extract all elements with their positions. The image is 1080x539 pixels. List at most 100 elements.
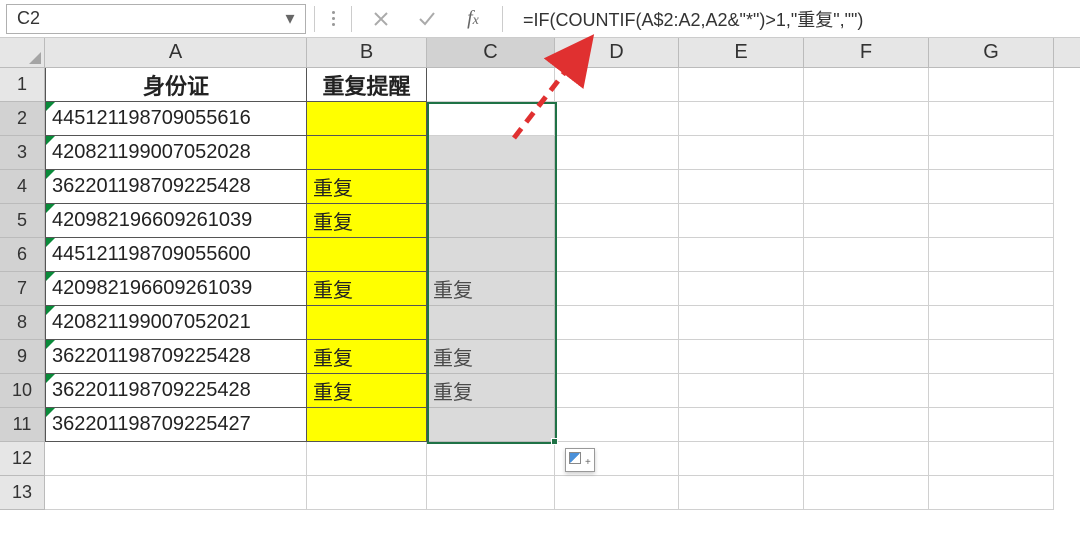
enter-button[interactable] <box>406 4 448 34</box>
cell-F10[interactable] <box>804 374 929 408</box>
cell-C3[interactable] <box>427 136 555 170</box>
cell-E12[interactable] <box>679 442 804 476</box>
cell-A10[interactable]: 362201198709225428 <box>45 374 307 408</box>
cell-C1[interactable] <box>427 68 555 102</box>
cell-G5[interactable] <box>929 204 1054 238</box>
cell-B9[interactable]: 重复 <box>307 340 427 374</box>
cell-A2[interactable]: 445121198709055616 <box>45 102 307 136</box>
cell-A3[interactable]: 420821199007052028 <box>45 136 307 170</box>
paste-options-button[interactable]: + <box>565 448 595 472</box>
col-header-A[interactable]: A <box>45 38 307 67</box>
cell-G6[interactable] <box>929 238 1054 272</box>
cell-G4[interactable] <box>929 170 1054 204</box>
row-header-1[interactable]: 1 <box>0 68 45 102</box>
cell-E7[interactable] <box>679 272 804 306</box>
cell-E3[interactable] <box>679 136 804 170</box>
cell-G7[interactable] <box>929 272 1054 306</box>
cell-D8[interactable] <box>555 306 679 340</box>
row-header-9[interactable]: 9 <box>0 340 45 374</box>
cell-C4[interactable] <box>427 170 555 204</box>
cell-F5[interactable] <box>804 204 929 238</box>
col-header-G[interactable]: G <box>929 38 1054 67</box>
cell-F3[interactable] <box>804 136 929 170</box>
row-header-5[interactable]: 5 <box>0 204 45 238</box>
cell-E1[interactable] <box>679 68 804 102</box>
cell-C2[interactable] <box>427 102 555 136</box>
cell-D11[interactable] <box>555 408 679 442</box>
cell-E6[interactable] <box>679 238 804 272</box>
cell-B1[interactable]: 重复提醒 <box>307 68 427 102</box>
cell-F11[interactable] <box>804 408 929 442</box>
cell-G13[interactable] <box>929 476 1054 510</box>
row-header-11[interactable]: 11 <box>0 408 45 442</box>
cell-B5[interactable]: 重复 <box>307 204 427 238</box>
cell-A13[interactable] <box>45 476 307 510</box>
row-header-8[interactable]: 8 <box>0 306 45 340</box>
cell-B13[interactable] <box>307 476 427 510</box>
cell-A12[interactable] <box>45 442 307 476</box>
col-header-F[interactable]: F <box>804 38 929 67</box>
cell-D13[interactable] <box>555 476 679 510</box>
cell-D9[interactable] <box>555 340 679 374</box>
cell-B7[interactable]: 重复 <box>307 272 427 306</box>
cell-F4[interactable] <box>804 170 929 204</box>
cell-B2[interactable] <box>307 102 427 136</box>
cell-A8[interactable]: 420821199007052021 <box>45 306 307 340</box>
name-box[interactable]: C2 ▾ <box>6 4 306 34</box>
cell-G1[interactable] <box>929 68 1054 102</box>
cell-E2[interactable] <box>679 102 804 136</box>
cell-D7[interactable] <box>555 272 679 306</box>
cell-A4[interactable]: 362201198709225428 <box>45 170 307 204</box>
cancel-button[interactable] <box>360 4 402 34</box>
col-header-E[interactable]: E <box>679 38 804 67</box>
cell-C10[interactable]: 重复 <box>427 374 555 408</box>
cell-F6[interactable] <box>804 238 929 272</box>
cell-C12[interactable] <box>427 442 555 476</box>
cell-A11[interactable]: 362201198709225427 <box>45 408 307 442</box>
cell-G10[interactable] <box>929 374 1054 408</box>
cell-D4[interactable] <box>555 170 679 204</box>
cell-B3[interactable] <box>307 136 427 170</box>
cell-E5[interactable] <box>679 204 804 238</box>
cell-D5[interactable] <box>555 204 679 238</box>
cell-B4[interactable]: 重复 <box>307 170 427 204</box>
fill-handle[interactable] <box>551 438 558 445</box>
row-header-3[interactable]: 3 <box>0 136 45 170</box>
cell-D6[interactable] <box>555 238 679 272</box>
row-header-6[interactable]: 6 <box>0 238 45 272</box>
cell-F1[interactable] <box>804 68 929 102</box>
cell-C6[interactable] <box>427 238 555 272</box>
cell-B8[interactable] <box>307 306 427 340</box>
cell-C9[interactable]: 重复 <box>427 340 555 374</box>
select-all-corner[interactable] <box>0 38 45 68</box>
cell-A9[interactable]: 362201198709225428 <box>45 340 307 374</box>
cell-C13[interactable] <box>427 476 555 510</box>
cell-F2[interactable] <box>804 102 929 136</box>
cell-E8[interactable] <box>679 306 804 340</box>
col-header-B[interactable]: B <box>307 38 427 67</box>
cell-F8[interactable] <box>804 306 929 340</box>
fx-button[interactable]: fx <box>452 4 494 34</box>
cell-A6[interactable]: 445121198709055600 <box>45 238 307 272</box>
cell-F7[interactable] <box>804 272 929 306</box>
cell-E11[interactable] <box>679 408 804 442</box>
cell-G2[interactable] <box>929 102 1054 136</box>
expand-dots-icon[interactable] <box>323 11 343 26</box>
cell-D3[interactable] <box>555 136 679 170</box>
name-box-dropdown-icon[interactable]: ▾ <box>283 8 297 29</box>
cell-G8[interactable] <box>929 306 1054 340</box>
cell-E13[interactable] <box>679 476 804 510</box>
row-header-13[interactable]: 13 <box>0 476 45 510</box>
row-header-10[interactable]: 10 <box>0 374 45 408</box>
cell-D10[interactable] <box>555 374 679 408</box>
cell-G9[interactable] <box>929 340 1054 374</box>
cell-A7[interactable]: 420982196609261039 <box>45 272 307 306</box>
cell-C8[interactable] <box>427 306 555 340</box>
cell-G12[interactable] <box>929 442 1054 476</box>
cell-C11[interactable] <box>427 408 555 442</box>
cell-B6[interactable] <box>307 238 427 272</box>
cell-F9[interactable] <box>804 340 929 374</box>
cell-G3[interactable] <box>929 136 1054 170</box>
cell-A1[interactable]: 身份证 <box>45 68 307 102</box>
cell-B10[interactable]: 重复 <box>307 374 427 408</box>
